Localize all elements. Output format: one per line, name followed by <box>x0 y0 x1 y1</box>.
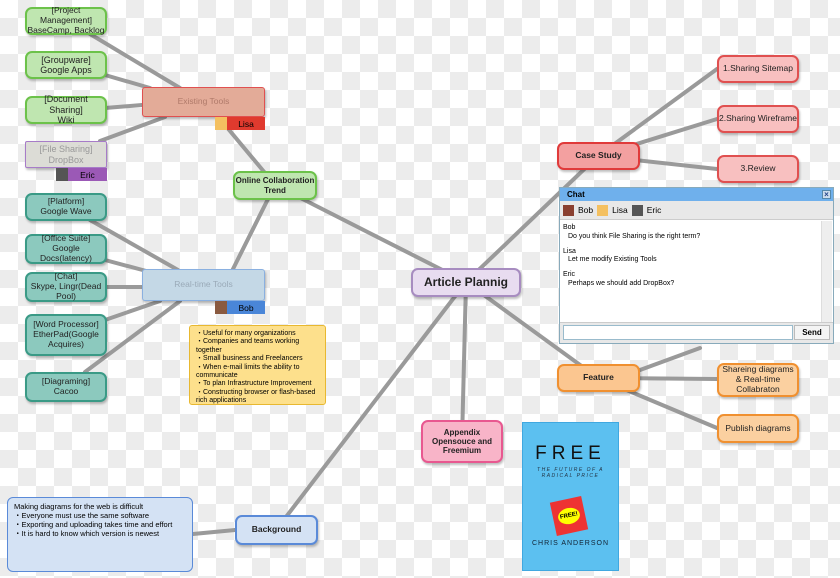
chat-scrollbar[interactable] <box>821 221 832 323</box>
chat-message-input[interactable] <box>563 325 793 340</box>
chat-user-bob: Bob <box>578 205 594 215</box>
realtime-note: ・Useful for many organizations ・Companie… <box>189 325 326 405</box>
lisa-avatar-icon <box>215 117 227 130</box>
node-groupware[interactable]: [Groupware] Google Apps <box>25 51 107 79</box>
book-author: CHRIS ANDERSON <box>531 540 609 547</box>
owner-tag-eric: Eric <box>68 168 107 181</box>
lisa-avatar-icon <box>597 204 609 216</box>
node-background[interactable]: Background <box>235 515 318 545</box>
message-author: Eric <box>563 271 576 278</box>
chat-title: Chat <box>567 190 585 199</box>
book-title: FREE <box>535 443 606 464</box>
node-sharing-diagrams[interactable]: Shareing diagrams & Real-time Collabrato… <box>717 363 799 397</box>
chat-users-bar: Bob Lisa Eric <box>560 201 833 220</box>
eric-avatar-icon <box>631 204 643 216</box>
chat-window: Chat × Bob Lisa Eric Bob Do you think Fil… <box>559 187 834 344</box>
bob-avatar-icon <box>563 204 574 216</box>
node-sharing-wireframe[interactable]: 2.Sharing Wireframe <box>717 105 799 133</box>
node-review[interactable]: 3.Review <box>717 155 799 183</box>
node-office-suite[interactable]: [Office Suite] Google Docs(latency) <box>25 233 107 264</box>
message-author: Lisa <box>563 247 576 255</box>
node-document-sharing[interactable]: [Document Sharing] Wiki <box>25 94 107 125</box>
message-text: Do you think File Sharing is the right t… <box>568 232 701 240</box>
node-word-processor[interactable]: [Word Processor] EtherPad(Google Acquire… <box>25 314 107 356</box>
chat-user-eric: Eric <box>646 205 662 215</box>
price-tag-icon: FREE! <box>549 496 589 536</box>
node-case-study[interactable]: Case Study <box>557 142 640 170</box>
price-tag-text: FREE! <box>556 505 582 527</box>
node-file-sharing[interactable]: [File Sharing] DropBox <box>25 141 107 168</box>
close-icon[interactable]: × <box>822 190 831 199</box>
book-cover-image: FREE THE FUTURE OF A RADICAL PRICE FREE!… <box>522 422 619 571</box>
message-text: Let me modify Existing Tools <box>568 256 657 264</box>
node-online-collaboration-trend[interactable]: Online Collaboration Trend <box>233 171 317 200</box>
node-realtime-tools[interactable]: Real-time Tools <box>142 269 265 301</box>
node-existing-tools[interactable]: Existing Tools <box>142 87 265 117</box>
message-author: Bob <box>563 224 576 231</box>
node-platform[interactable]: [Platform] Google Wave <box>25 193 107 221</box>
node-sharing-sitemap[interactable]: 1.Sharing Sitemap <box>717 55 799 83</box>
chat-messages: Bob Do you think File Sharing is the righ… <box>563 224 819 289</box>
send-button[interactable]: Send <box>794 325 830 340</box>
chat-user-lisa: Lisa <box>612 205 628 215</box>
node-chat-tools[interactable]: [Chat] Skype, Lingr(Dead Pool) <box>25 271 107 302</box>
node-project-management[interactable]: [Project Management] BaseCamp, Backlog <box>25 5 107 35</box>
bob-avatar-icon <box>215 301 227 314</box>
node-publish-diagrams[interactable]: Publish diagrams <box>717 414 799 443</box>
book-subtitle: THE FUTURE OF A RADICAL PRICE <box>537 467 604 479</box>
background-note: Making diagrams for the web is difficult… <box>7 497 193 572</box>
eric-avatar-icon <box>56 168 68 181</box>
node-central-topic[interactable]: Article Plannig <box>411 268 521 297</box>
node-feature[interactable]: Feature <box>557 364 640 392</box>
message-text: Perhaps we should add DropBox? <box>568 279 675 287</box>
owner-tag-bob: Bob <box>227 301 265 314</box>
node-diagraming[interactable]: [Diagraming] Cacoo <box>25 372 107 402</box>
chat-titlebar: Chat × <box>560 188 833 201</box>
node-appendix[interactable]: Appendix Opensouce and Freemium <box>421 420 503 463</box>
owner-tag-lisa: Lisa <box>227 117 265 130</box>
